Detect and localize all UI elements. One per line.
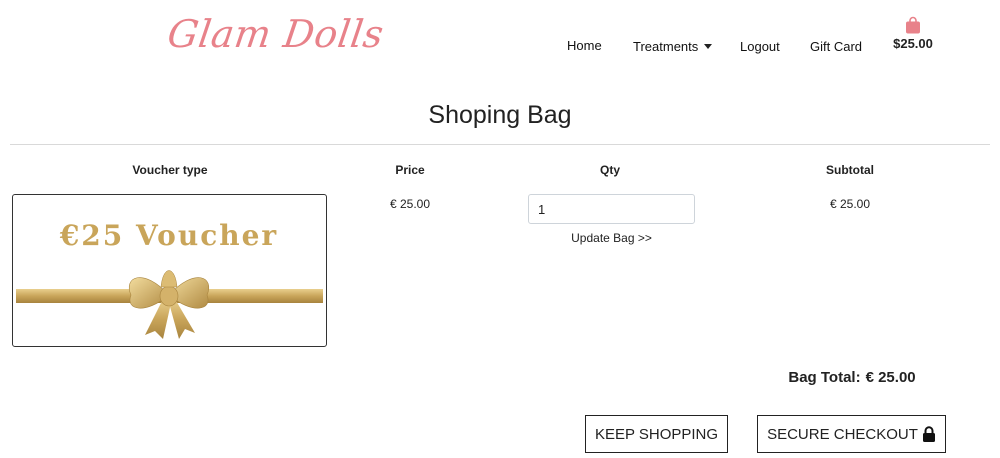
brand-logo[interactable]: Glam Dolls <box>165 12 387 56</box>
column-header-qty: Qty <box>599 163 620 177</box>
keep-shopping-button[interactable]: Keep Shopping <box>585 415 728 453</box>
bag-total-value: € 25.00 <box>865 369 916 386</box>
bag-total: Bag Total: € 25.00 <box>760 369 944 386</box>
column-header-voucher-type: Voucher type <box>132 163 208 177</box>
nav-treatments-dropdown[interactable]: Treatments <box>633 39 713 54</box>
bag-total-label: Bag Total: <box>788 369 861 386</box>
nav-treatments-label: Treatments <box>633 39 699 54</box>
nav-shopping-bag-link[interactable]: $25.00 <box>890 16 936 51</box>
secure-checkout-button[interactable]: Secure Checkout <box>757 415 946 453</box>
item-subtotal: € 25.00 <box>829 197 871 211</box>
update-bag-link[interactable]: Update Bag >> <box>528 231 695 245</box>
keep-shopping-label: Keep Shopping <box>594 425 719 443</box>
voucher-image: €25 Voucher <box>12 194 327 347</box>
voucher-image-text: €25 Voucher <box>59 219 278 252</box>
secure-checkout-label: Secure Checkout <box>767 425 918 443</box>
nav-gift-card-link[interactable]: Gift Card <box>810 39 862 54</box>
column-header-subtotal: Subtotal <box>826 163 874 177</box>
nav-logout-link[interactable]: Logout <box>740 39 780 54</box>
caret-down-icon <box>704 44 713 49</box>
shopping-bag-icon <box>906 16 920 34</box>
lock-icon <box>922 426 935 442</box>
column-header-price: Price <box>395 163 425 177</box>
page-title: Shoping Bag <box>428 101 572 129</box>
title-divider <box>10 144 990 145</box>
item-price: € 25.00 <box>389 197 431 211</box>
nav-home-link[interactable]: Home <box>567 38 602 53</box>
quantity-input[interactable] <box>528 194 695 224</box>
nav-bag-total: $25.00 <box>893 36 933 51</box>
